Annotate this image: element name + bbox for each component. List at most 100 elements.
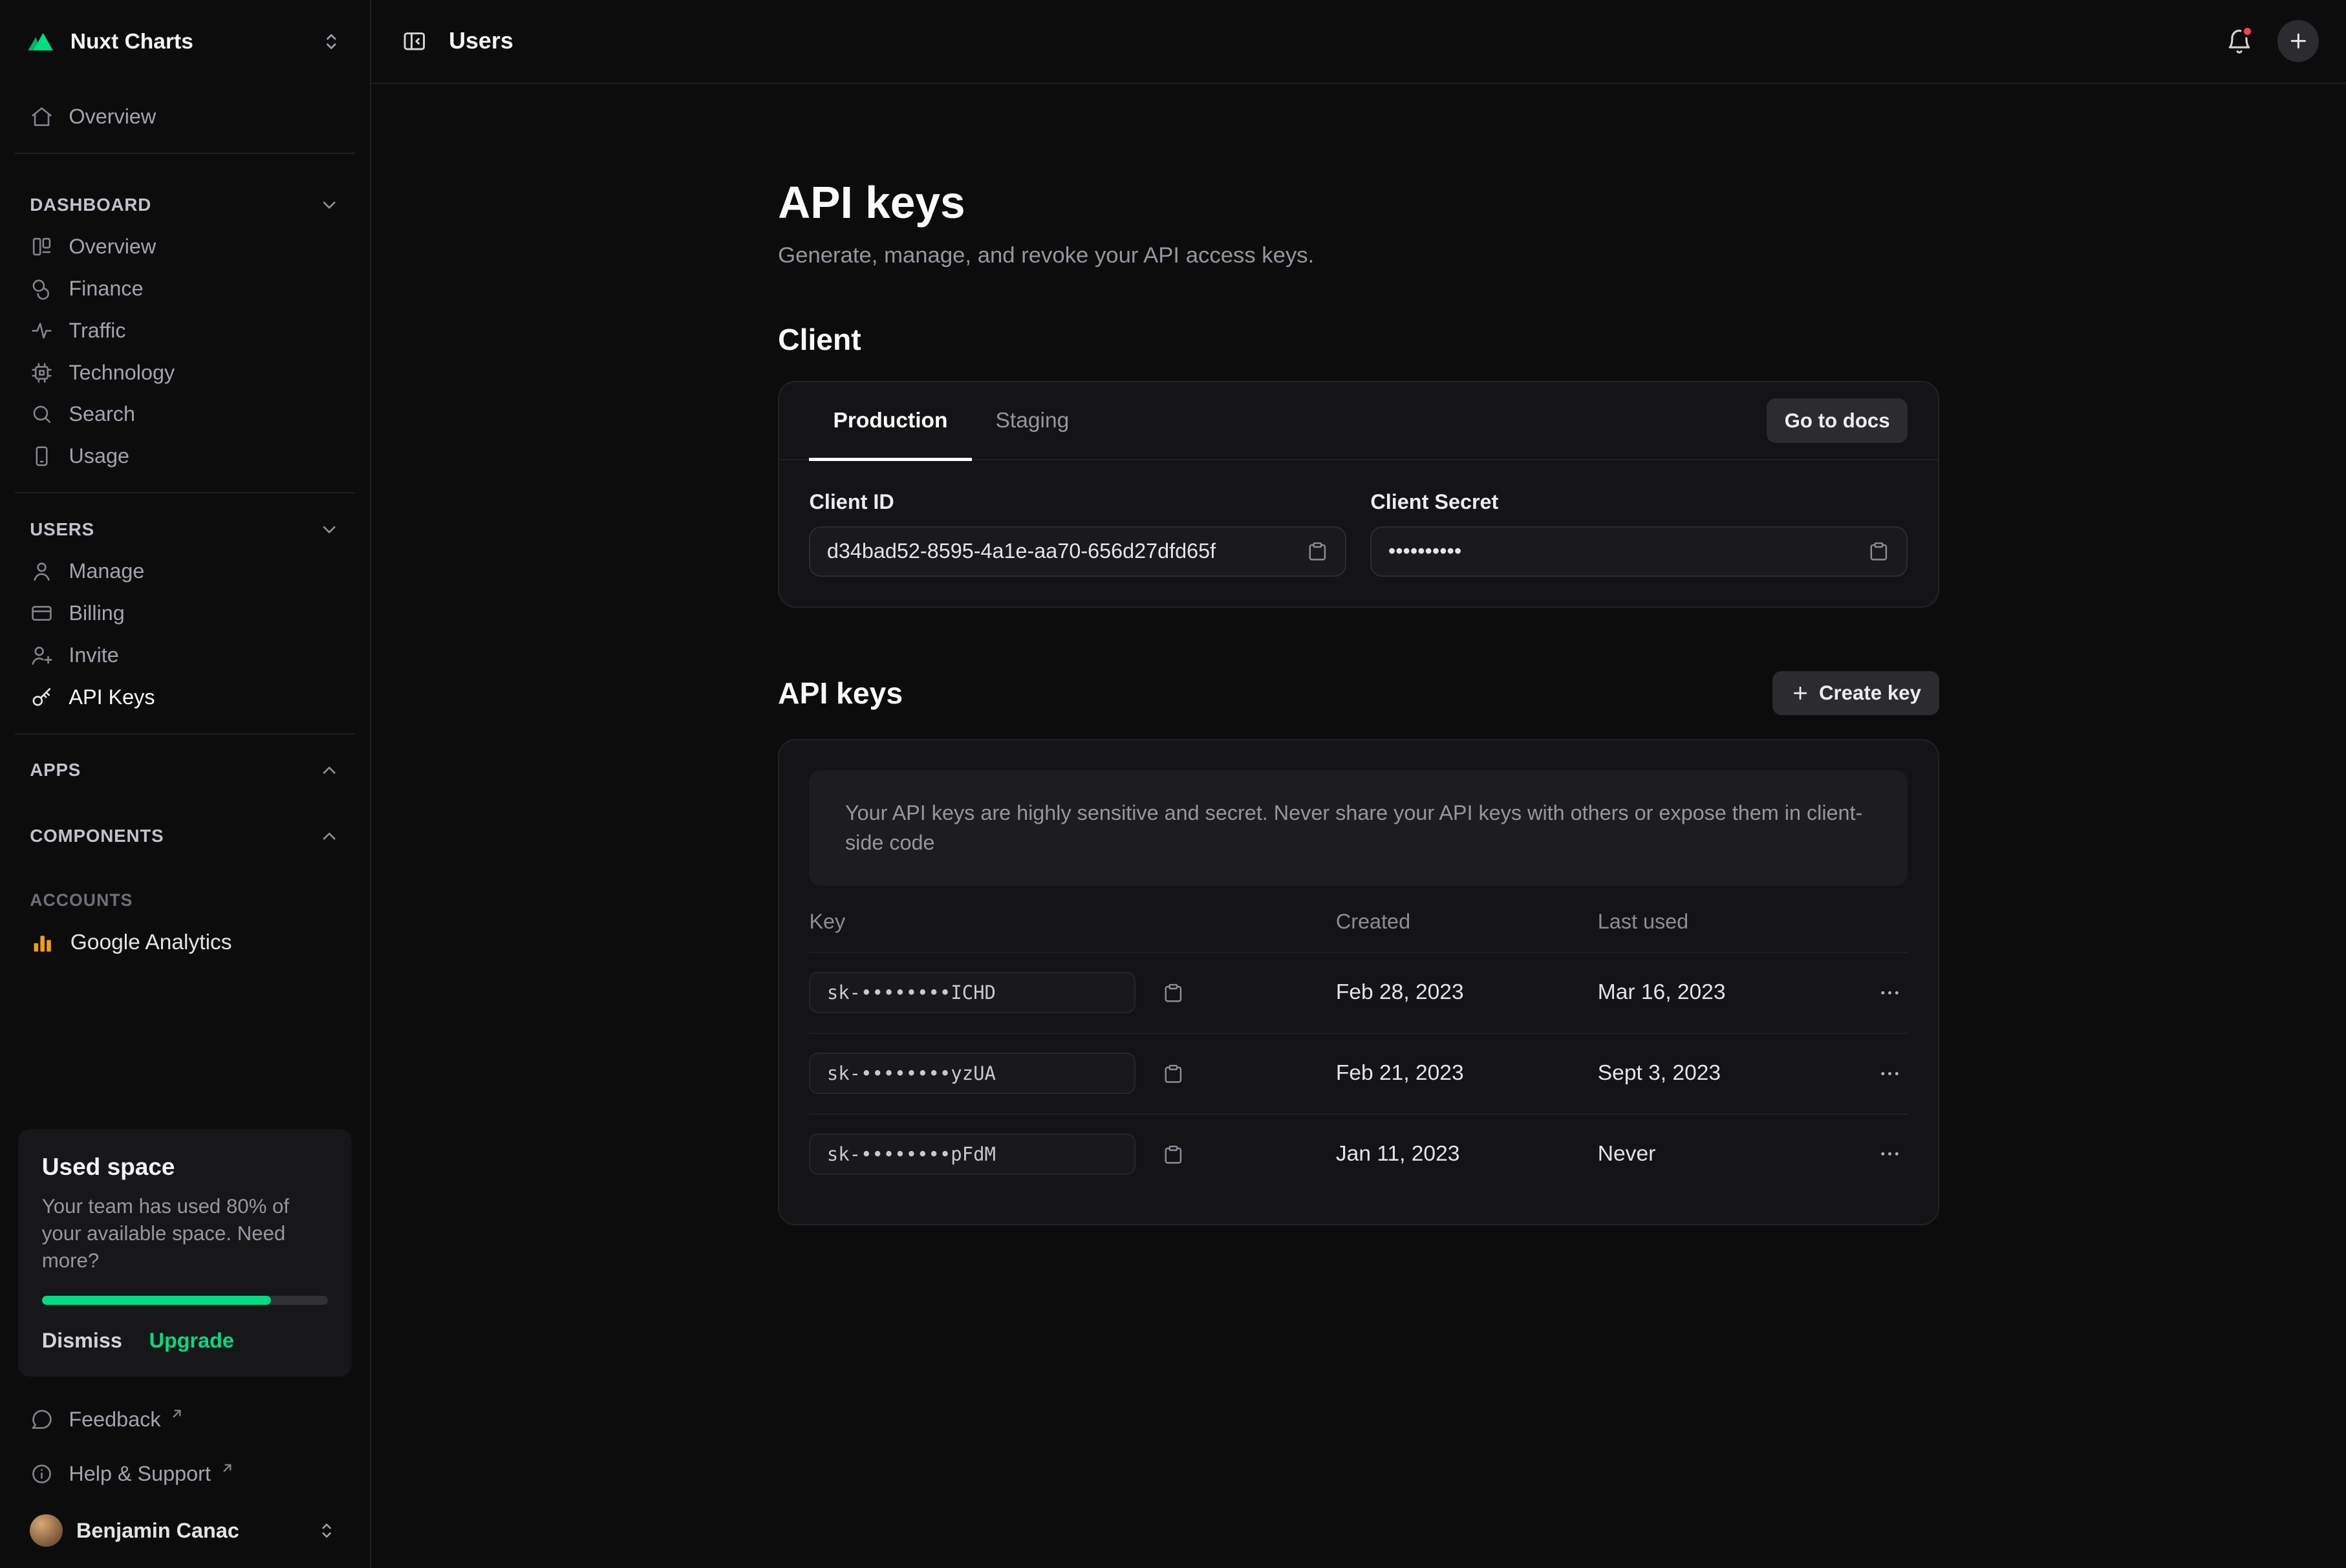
used-space-card: Used space Your team has used 80% of you… [18, 1129, 352, 1376]
section-header-dashboard[interactable]: DASHBOARD [18, 184, 352, 226]
copy-client-id-button[interactable] [1306, 540, 1329, 563]
sidebar-item-overview-top[interactable]: Overview [18, 96, 352, 138]
sidebar-item-dashboard-overview[interactable]: Overview [18, 226, 352, 268]
table-header: Key Created Last used [809, 886, 1908, 952]
create-key-label: Create key [1819, 682, 1921, 705]
page-title: API keys [778, 177, 1939, 228]
client-secret-input[interactable]: •••••••••• [1370, 526, 1908, 577]
app-root: Nuxt Charts Overview DASHBOARD Overview [0, 0, 2346, 1568]
external-link-icon [220, 1460, 235, 1475]
client-card: Production Staging Go to docs Client ID … [778, 381, 1939, 608]
chevrons-up-down-icon[interactable] [317, 28, 346, 56]
user-menu[interactable]: Benjamin Canac [18, 1505, 352, 1547]
sidebar-item-api-keys[interactable]: API Keys [18, 676, 352, 718]
clipboard-icon [1867, 540, 1890, 563]
section-header-components[interactable]: COMPONENTS [18, 815, 352, 857]
tab-production[interactable]: Production [809, 381, 971, 459]
used-space-progress-fill [42, 1296, 271, 1305]
add-button[interactable] [2277, 20, 2319, 62]
sidebar-item-label: Invite [69, 643, 118, 667]
chevron-up-icon [319, 760, 339, 780]
sidebar-item-label: Usage [69, 444, 129, 468]
sidebar-item-label: Technology [69, 361, 175, 385]
page-subtitle: Generate, manage, and revoke your API ac… [778, 243, 1939, 268]
tab-staging[interactable]: Staging [972, 381, 1093, 459]
smartphone-icon [30, 444, 54, 468]
key-icon [30, 685, 54, 709]
user-icon [30, 559, 54, 583]
sidebar-item-label: Google Analytics [70, 930, 232, 955]
created-cell: Jan 11, 2023 [1336, 1142, 1598, 1166]
api-key-value[interactable]: sk-••••••••pFdM [809, 1133, 1135, 1176]
go-to-docs-button[interactable]: Go to docs [1767, 398, 1908, 442]
external-link-icon [169, 1406, 184, 1421]
row-menu-button[interactable] [1872, 974, 1908, 1011]
created-cell: Feb 28, 2023 [1336, 980, 1598, 1005]
help-support-link[interactable]: Help & Support [18, 1451, 352, 1496]
sidebar-item-google-analytics[interactable]: Google Analytics [18, 922, 352, 964]
section-header-apps[interactable]: APPS [18, 749, 352, 791]
credit-card-icon [30, 601, 54, 625]
chevron-down-icon [319, 195, 339, 215]
section-label: COMPONENTS [30, 826, 164, 846]
sidebar-item-label: Manage [69, 559, 144, 583]
section-header-users[interactable]: USERS [18, 509, 352, 551]
last-used-cell: Mar 16, 2023 [1598, 980, 1842, 1005]
panels-icon [30, 235, 54, 259]
topbar: Users [371, 0, 2346, 84]
sidebar-item-traffic[interactable]: Traffic [18, 310, 352, 352]
chevron-down-icon [319, 519, 339, 540]
ellipsis-icon [1878, 981, 1902, 1005]
api-key-value[interactable]: sk-••••••••ICHD [809, 972, 1135, 1014]
client-id-input[interactable]: d34bad52-8595-4a1e-aa70-656d27dfd65f [809, 526, 1346, 577]
api-key-value[interactable]: sk-••••••••yzUA [809, 1053, 1135, 1095]
home-icon [30, 105, 54, 129]
clipboard-icon [1162, 1143, 1185, 1166]
sidebar-item-finance[interactable]: Finance [18, 268, 352, 310]
divider [15, 733, 355, 735]
table-row: sk-••••••••pFdM Jan 11, 2023 Never [809, 1113, 1908, 1194]
api-keys-card: Your API keys are highly sensitive and s… [778, 739, 1939, 1225]
dismiss-button[interactable]: Dismiss [42, 1329, 122, 1353]
workspace-switcher[interactable]: Nuxt Charts [0, 0, 370, 84]
row-menu-button[interactable] [1872, 1055, 1908, 1091]
collapse-sidebar-button[interactable] [398, 25, 431, 58]
search-icon [30, 402, 54, 426]
user-plus-icon [30, 643, 54, 667]
section-label: USERS [30, 519, 94, 540]
api-keys-section-title: API keys [778, 676, 903, 711]
client-id-label: Client ID [809, 490, 1346, 514]
accounts-label: ACCOUNTS [30, 890, 339, 910]
ellipsis-icon [1878, 1142, 1902, 1166]
copy-key-button[interactable] [1162, 1143, 1185, 1166]
created-cell: Feb 21, 2023 [1336, 1061, 1598, 1086]
feedback-link[interactable]: Feedback [18, 1397, 352, 1442]
row-menu-button[interactable] [1872, 1136, 1908, 1172]
divider [15, 153, 355, 154]
api-keys-section-header: API keys Create key [778, 671, 1939, 715]
chevrons-up-down-icon [313, 1517, 340, 1544]
copy-key-button[interactable] [1162, 1062, 1185, 1085]
sidebar-item-invite[interactable]: Invite [18, 634, 352, 676]
sidebar-item-search[interactable]: Search [18, 393, 352, 435]
client-secret-field: Client Secret •••••••••• [1370, 490, 1908, 577]
upgrade-button[interactable]: Upgrade [149, 1329, 234, 1353]
copy-client-secret-button[interactable] [1867, 540, 1890, 563]
sidebar-item-manage[interactable]: Manage [18, 550, 352, 592]
create-key-button[interactable]: Create key [1772, 671, 1939, 715]
feedback-label: Feedback [69, 1408, 160, 1432]
sidebar-item-technology[interactable]: Technology [18, 352, 352, 394]
sidebar-footer-links: Feedback Help & Support [18, 1397, 352, 1496]
panel-left-icon [401, 28, 428, 55]
content-scroll[interactable]: API keys Generate, manage, and revoke yo… [371, 84, 2346, 1568]
sidebar-item-billing[interactable]: Billing [18, 592, 352, 634]
sidebar-item-label: Finance [69, 277, 143, 301]
activity-icon [30, 319, 54, 343]
used-space-title: Used space [42, 1153, 328, 1181]
sidebar-item-usage[interactable]: Usage [18, 435, 352, 477]
client-secret-value: •••••••••• [1388, 539, 1856, 563]
notifications-button[interactable] [2222, 24, 2256, 58]
copy-key-button[interactable] [1162, 982, 1185, 1004]
sidebar-body: Overview DASHBOARD Overview Finance Traf… [0, 84, 370, 1568]
table-row: sk-••••••••ICHD Feb 28, 2023 Mar 16, 202… [809, 952, 1908, 1033]
